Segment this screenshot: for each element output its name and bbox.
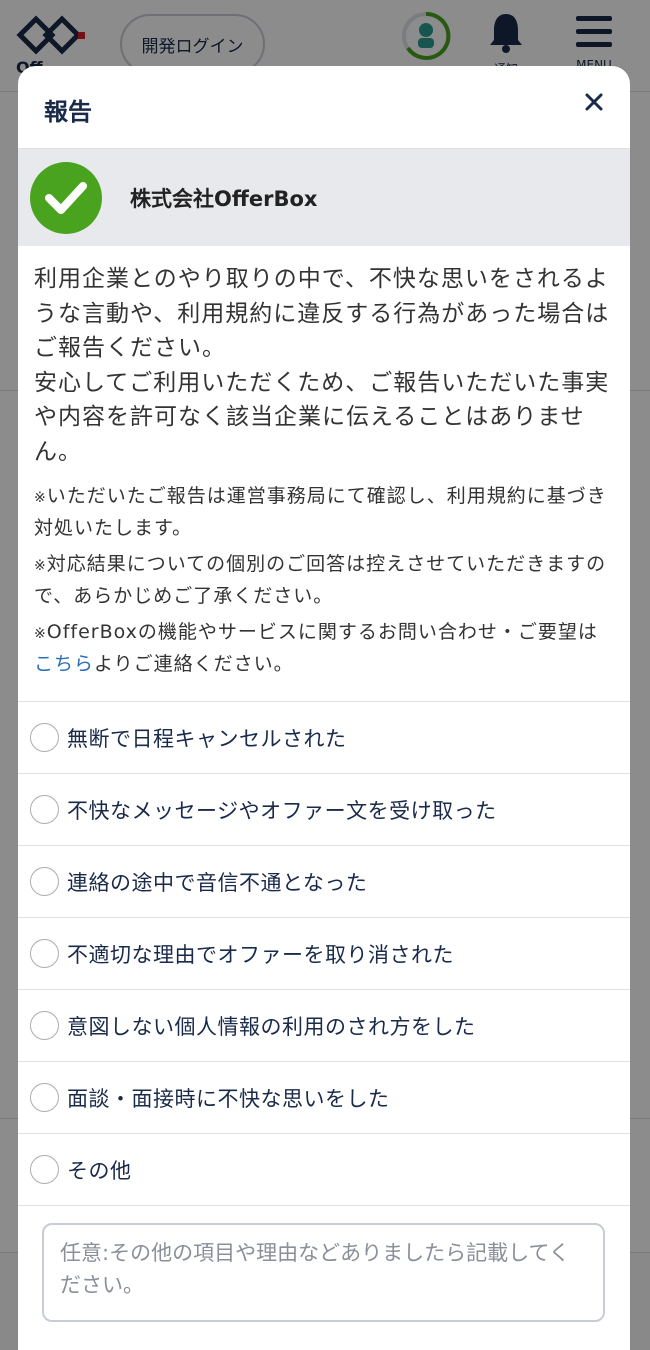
- close-icon: [585, 93, 603, 111]
- radio-button[interactable]: [30, 795, 59, 824]
- reason-option[interactable]: 意図しない個人情報の利用のされ方をした: [18, 990, 630, 1062]
- radio-button[interactable]: [30, 867, 59, 896]
- radio-button[interactable]: [30, 723, 59, 752]
- note: ※OfferBoxの機能やサービスに関するお問い合わせ・ご要望はこちらよりご連絡…: [34, 617, 612, 679]
- reason-label: 無断で日程キャンセルされた: [67, 726, 347, 751]
- report-modal: 報告 株式会社OfferBox 利用企業とのやり取りの中で、不快な思いをされるよ…: [18, 66, 630, 1350]
- notes: ※いただいたご報告は運営事務局にて確認し、利用規約に基づき対処いたします。 ※対…: [18, 469, 630, 679]
- close-button[interactable]: [578, 86, 610, 118]
- contact-link[interactable]: こちら: [34, 653, 94, 675]
- reason-label: 不快なメッセージやオファー文を受け取った: [67, 798, 497, 823]
- radio-button[interactable]: [30, 939, 59, 968]
- reason-detail-textarea[interactable]: [42, 1223, 605, 1322]
- reason-option[interactable]: 不適切な理由でオファーを取り消された: [18, 918, 630, 990]
- check-icon: [30, 161, 102, 234]
- radio-button[interactable]: [30, 1083, 59, 1112]
- reason-label: その他: [67, 1158, 132, 1183]
- note-text: 対応結果についての個別のご回答は控えさせていただきますので、あらかじめご了承くだ…: [34, 553, 607, 607]
- report-description: 利用企業とのやり取りの中で、不快な思いをされるような言動や、利用規約に違反する行…: [18, 246, 630, 469]
- report-reason-options: 無断で日程キャンセルされた 不快なメッセージやオファー文を受け取った 連絡の途中…: [18, 701, 630, 1206]
- modal-header: 報告: [18, 66, 630, 149]
- note-text: OfferBoxの機能やサービスに関するお問い合わせ・ご要望は: [46, 621, 598, 643]
- modal-title: 報告: [44, 98, 92, 126]
- note: ※対応結果についての個別のご回答は控えさせていただきますので、あらかじめご了承く…: [34, 549, 612, 611]
- reason-label: 面談・面接時に不快な思いをした: [67, 1086, 390, 1111]
- description-text: 利用企業とのやり取りの中で、不快な思いをされるような言動や、利用規約に違反する行…: [34, 266, 610, 465]
- reason-label: 意図しない個人情報の利用のされ方をした: [67, 1014, 476, 1039]
- company-name: 株式会社OfferBox: [130, 186, 318, 211]
- note-mark: ※: [34, 490, 47, 506]
- company-row: 株式会社OfferBox: [18, 149, 630, 246]
- note-mark: ※: [34, 558, 47, 574]
- reason-option[interactable]: 不快なメッセージやオファー文を受け取った: [18, 774, 630, 846]
- note: ※いただいたご報告は運営事務局にて確認し、利用規約に基づき対処いたします。: [34, 481, 612, 543]
- note-text: いただいたご報告は運営事務局にて確認し、利用規約に基づき対処いたします。: [34, 485, 607, 539]
- reason-option-other[interactable]: その他: [18, 1134, 630, 1206]
- reason-option[interactable]: 連絡の途中で音信不通となった: [18, 846, 630, 918]
- reason-option[interactable]: 面談・面接時に不快な思いをした: [18, 1062, 630, 1134]
- reason-option[interactable]: 無断で日程キャンセルされた: [18, 702, 630, 774]
- note-mark: ※: [34, 626, 47, 642]
- radio-button[interactable]: [30, 1155, 59, 1184]
- note-text: よりご連絡ください。: [94, 653, 294, 675]
- textarea-wrapper: [18, 1206, 630, 1326]
- radio-button[interactable]: [30, 1011, 59, 1040]
- reason-label: 連絡の途中で音信不通となった: [67, 870, 368, 895]
- reason-label: 不適切な理由でオファーを取り消された: [67, 942, 454, 967]
